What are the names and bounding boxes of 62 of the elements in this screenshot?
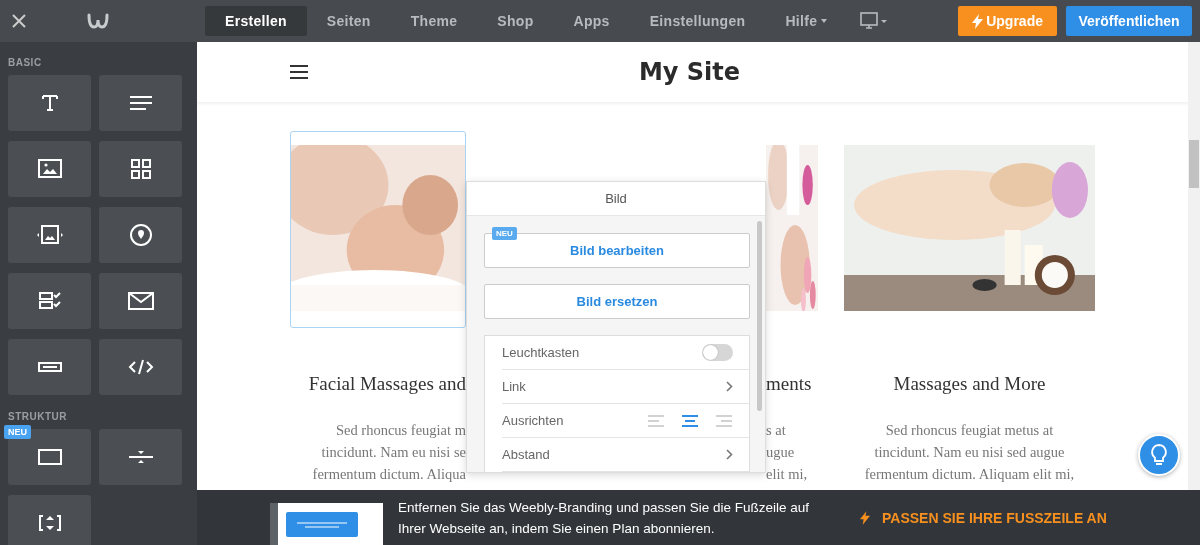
upgrade-button[interactable]: Upgrade bbox=[958, 6, 1057, 36]
monitor-icon bbox=[860, 12, 889, 30]
tips-button[interactable] bbox=[1138, 434, 1180, 476]
body-text: Sed rhoncus feugiat metus at bbox=[884, 421, 1055, 440]
upgrade-message: Entfernen Sie das Weebly-Branding und passen Sie die Fußzeile auf Ihrer Webseite an, indem Sie einen Plan abonnieren. bbox=[398, 498, 810, 538]
scrollbar[interactable] bbox=[1188, 42, 1200, 490]
popup-button[interactable]: Bild ersetzen bbox=[484, 284, 750, 319]
element-tile[interactable] bbox=[8, 495, 91, 545]
element-tile[interactable] bbox=[99, 141, 182, 197]
nav-tab[interactable]: Erstellen bbox=[205, 6, 307, 36]
body-text: s at bbox=[766, 421, 787, 440]
publish-button[interactable]: Veröffentlichen bbox=[1066, 6, 1192, 36]
section-heading: BASIC bbox=[8, 57, 43, 68]
align-center-icon[interactable] bbox=[681, 413, 699, 428]
body-text: tincidunt. Nam eu nisi sed augue bbox=[873, 443, 1066, 462]
element-tile[interactable] bbox=[99, 207, 182, 263]
envelope-icon bbox=[125, 289, 156, 313]
nav-tab[interactable]: Theme bbox=[390, 6, 478, 36]
site-title: My Site bbox=[637, 58, 742, 86]
element-tile[interactable] bbox=[8, 339, 91, 395]
nav-tab[interactable]: Hilfe bbox=[765, 6, 848, 36]
body-text: Sed rhoncus feugiat m bbox=[334, 421, 466, 440]
toggle-switch[interactable] bbox=[702, 344, 733, 361]
nav-tab[interactable]: Seiten bbox=[306, 6, 391, 36]
nav-tab[interactable]: Shop bbox=[477, 6, 554, 36]
section-heading: STRUKTUR bbox=[8, 411, 68, 422]
element-tile[interactable] bbox=[99, 339, 182, 395]
lightbulb-icon bbox=[1151, 444, 1167, 466]
element-tile[interactable] bbox=[8, 273, 91, 329]
setting-label: Leuchtkasten bbox=[502, 345, 580, 360]
new-badge: NEU bbox=[4, 425, 31, 439]
body-text: fermentum dictum. Aliqua bbox=[311, 465, 466, 484]
setting-label: Abstand bbox=[502, 447, 550, 462]
nav-tab[interactable]: Apps bbox=[553, 6, 630, 36]
body-text: tincidunt. Nam eu nisi se bbox=[320, 443, 466, 462]
chevron-right-icon bbox=[726, 381, 733, 392]
new-badge: NEU bbox=[492, 227, 517, 240]
body-text: elit mi, bbox=[766, 465, 809, 484]
popup-scrollbar[interactable] bbox=[757, 221, 762, 411]
lightning-icon bbox=[860, 510, 870, 525]
nav-tab[interactable]: Einstellungen bbox=[629, 6, 766, 36]
element-tile[interactable] bbox=[99, 429, 182, 485]
lightning-icon bbox=[972, 13, 984, 29]
column-title: ments bbox=[766, 372, 813, 396]
logo-icon bbox=[86, 12, 110, 30]
element-tile[interactable] bbox=[8, 141, 91, 197]
setting-label: Link bbox=[502, 379, 526, 394]
menu-icon[interactable] bbox=[290, 65, 308, 79]
close-icon bbox=[12, 14, 26, 28]
column-title: Massages and More bbox=[892, 372, 1047, 396]
popup-title: Bild bbox=[605, 191, 627, 206]
element-tile[interactable] bbox=[8, 207, 91, 263]
element-tile[interactable] bbox=[99, 273, 182, 329]
setting-label: Ausrichten bbox=[502, 413, 564, 428]
body-text: ugue bbox=[766, 443, 796, 462]
footer-link[interactable]: PASSEN SIE IHRE FUSSZEILE AN bbox=[860, 509, 1107, 526]
image-frame[interactable] bbox=[290, 131, 466, 328]
body-text: fermentum dictum. Aliquam elit mi, bbox=[863, 465, 1076, 484]
element-tile[interactable] bbox=[99, 75, 182, 131]
element-tile[interactable] bbox=[8, 75, 91, 131]
column-title: Facial Massages and bbox=[307, 372, 466, 396]
chevron-right-icon bbox=[726, 449, 733, 460]
